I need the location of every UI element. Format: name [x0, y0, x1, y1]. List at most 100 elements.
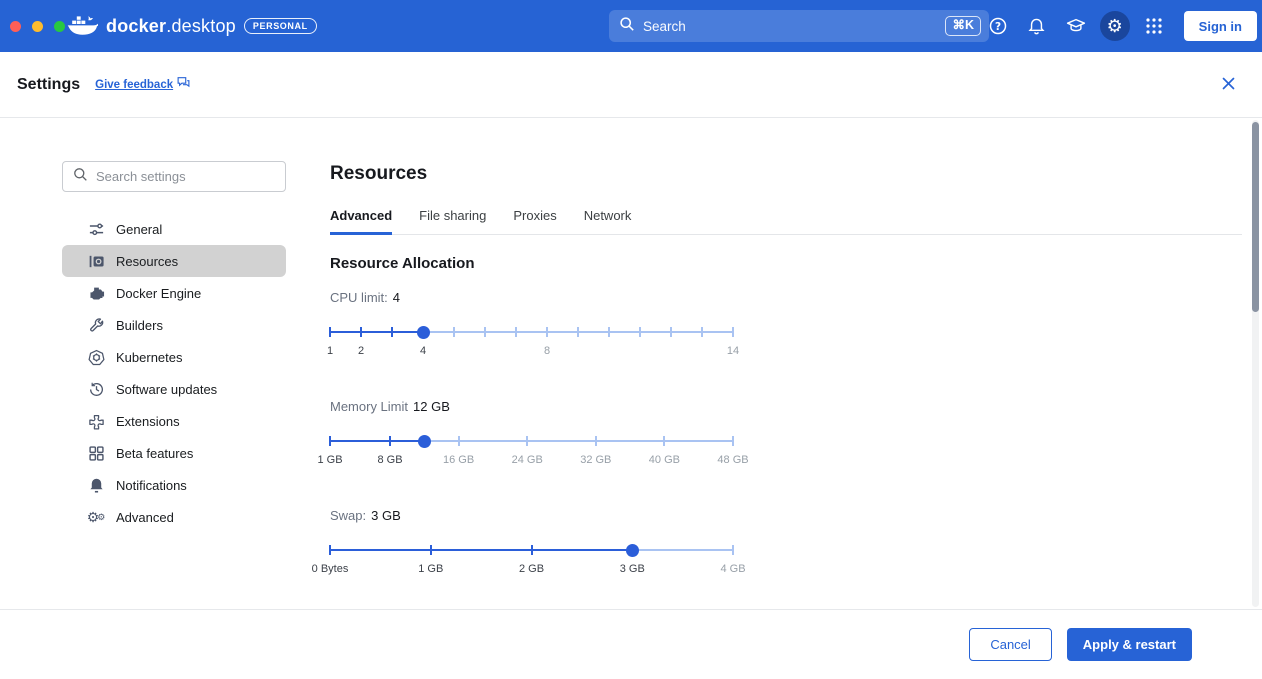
help-icon[interactable]: ? [983, 11, 1013, 41]
slider-tick [639, 327, 641, 337]
minimize-window-button[interactable] [32, 21, 43, 32]
memory-limit-value: 12 GB [413, 399, 450, 414]
tab-advanced[interactable]: Advanced [330, 208, 392, 235]
slider-tick-label: 14 [727, 345, 739, 357]
slider-tick [732, 436, 734, 446]
slider-tick-label: 16 GB [443, 454, 474, 466]
titlebar: docker.desktop PERSONAL ⌘K ? ⚙ Sign in [0, 0, 1262, 52]
slider-tick [608, 327, 610, 337]
settings-content: General Resources Docker Engine Builders Kub… [0, 118, 1262, 610]
resources-icon [87, 252, 105, 270]
sidebar-item-builders[interactable]: Builders [62, 309, 286, 341]
tune-icon [87, 220, 105, 238]
slider-tick-label: 48 GB [717, 454, 748, 466]
cpu-limit-slider-thumb[interactable] [417, 326, 430, 339]
sidebar-item-general[interactable]: General [62, 213, 286, 245]
slider-tick [526, 436, 528, 446]
bell-filled-icon [87, 476, 105, 494]
wrench-icon [87, 316, 105, 334]
gears-icon: ⚙⚙ [87, 508, 105, 526]
cpu-limit-label: CPU limit: [330, 290, 388, 305]
app-wordmark: docker.desktop [106, 16, 236, 37]
settings-header: Settings Give feedback [0, 52, 1262, 118]
sidebar-item-label: Beta features [116, 446, 193, 461]
tab-network[interactable]: Network [584, 208, 632, 234]
sidebar-item-notifications[interactable]: Notifications [62, 469, 286, 501]
sidebar-item-label: Builders [116, 318, 163, 333]
slider-tick [360, 327, 362, 337]
notifications-bell-icon[interactable] [1022, 11, 1052, 41]
feedback-bubble-icon [177, 76, 190, 94]
sidebar-item-extensions[interactable]: Extensions [62, 405, 286, 437]
settings-search-box[interactable] [62, 161, 286, 192]
sidebar-item-resources[interactable]: Resources [62, 245, 286, 277]
slider-tick [453, 327, 455, 337]
slider-tick-label: 1 GB [317, 454, 342, 466]
zoom-window-button[interactable] [54, 21, 65, 32]
search-icon [73, 167, 88, 187]
brand: docker.desktop PERSONAL [66, 0, 317, 52]
memory-limit-setting: Memory Limit12 GB1 GB8 GB16 GB24 GB32 GB… [330, 399, 1242, 473]
global-search-input[interactable] [643, 19, 945, 34]
sidebar-item-advanced[interactable]: ⚙⚙Advanced [62, 501, 286, 533]
settings-nav: General Resources Docker Engine Builders Kub… [62, 213, 286, 533]
slider-tick [430, 545, 432, 555]
sidebar-item-beta-features[interactable]: Beta features [62, 437, 286, 469]
kubernetes-icon [87, 348, 105, 366]
apps-grid-icon[interactable] [1139, 11, 1169, 41]
cancel-button[interactable]: Cancel [969, 628, 1051, 661]
settings-sidebar: General Resources Docker Engine Builders Kub… [62, 161, 286, 533]
tab-file-sharing[interactable]: File sharing [419, 208, 486, 234]
sidebar-item-docker-engine[interactable]: Docker Engine [62, 277, 286, 309]
slider-tick-label: 1 GB [418, 563, 443, 575]
resources-tabs: Advanced File sharing Proxies Network [330, 208, 1242, 235]
section-heading: Resources [330, 163, 1242, 185]
search-icon [619, 16, 635, 37]
slider-tick-label: 2 GB [519, 563, 544, 575]
slider-tick-label: 1 [327, 345, 333, 357]
global-search[interactable]: ⌘K [609, 10, 989, 42]
settings-footer: Cancel Apply & restart [0, 610, 1262, 679]
personal-plan-badge: PERSONAL [244, 18, 317, 34]
slider-tick [732, 545, 734, 555]
settings-gear-icon[interactable]: ⚙ [1100, 11, 1130, 41]
sidebar-item-kubernetes[interactable]: Kubernetes [62, 341, 286, 373]
slider-tick [577, 327, 579, 337]
close-settings-button[interactable] [1221, 76, 1236, 94]
slider-tick [329, 436, 331, 446]
slider-tick-label: 3 GB [620, 563, 645, 575]
give-feedback-link[interactable]: Give feedback [95, 79, 173, 91]
cpu-limit-value: 4 [393, 290, 400, 305]
close-window-button[interactable] [10, 21, 21, 32]
slider-tick [515, 327, 517, 337]
sidebar-item-label: Kubernetes [116, 350, 183, 365]
resources-panel: Resources Advanced File sharing Proxies Net… [330, 163, 1242, 617]
close-icon [1221, 79, 1236, 94]
slider-tick-label: 4 [420, 345, 426, 357]
settings-search-input[interactable] [96, 169, 277, 184]
learning-center-icon[interactable] [1061, 11, 1091, 41]
slider-tick-label: 24 GB [512, 454, 543, 466]
beta-grid-icon [87, 444, 105, 462]
sign-in-button[interactable]: Sign in [1184, 11, 1257, 41]
slider-tick [391, 327, 393, 337]
sidebar-item-label: Resources [116, 254, 178, 269]
cpu-limit-slider[interactable]: 124814 [330, 318, 733, 364]
sidebar-item-software-updates[interactable]: Software updates [62, 373, 286, 405]
tab-proxies[interactable]: Proxies [513, 208, 556, 234]
slider-tick [389, 436, 391, 446]
slider-track-fill [330, 440, 424, 442]
apply-restart-button[interactable]: Apply & restart [1067, 628, 1192, 661]
swap-label: Swap: [330, 508, 366, 523]
memory-limit-slider[interactable]: 1 GB8 GB16 GB24 GB32 GB40 GB48 GB [330, 427, 733, 473]
docker-whale-logo [66, 12, 98, 41]
slider-tick [670, 327, 672, 337]
swap-slider[interactable]: 0 Bytes1 GB2 GB3 GB4 GB [330, 536, 733, 582]
sidebar-item-label: Notifications [116, 478, 187, 493]
window-controls [10, 21, 65, 32]
sidebar-item-label: General [116, 222, 162, 237]
slider-tick [484, 327, 486, 337]
memory-limit-slider-thumb[interactable] [418, 435, 431, 448]
scrollbar-thumb[interactable] [1252, 122, 1259, 312]
swap-slider-thumb[interactable] [626, 544, 639, 557]
